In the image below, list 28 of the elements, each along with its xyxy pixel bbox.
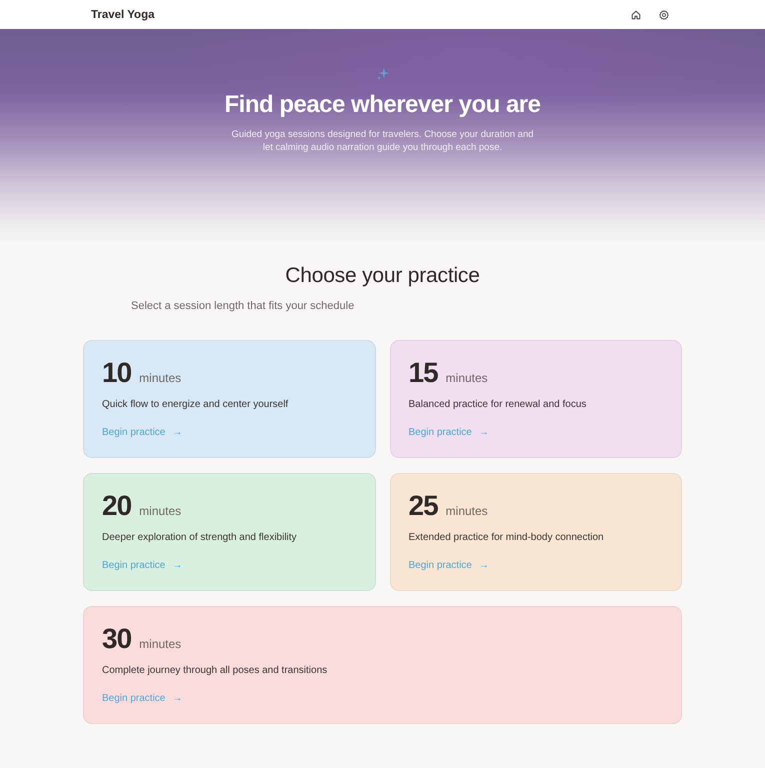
session-description: Extended practice for mind-body connection (408, 532, 605, 543)
duration-number: 15 (408, 357, 438, 389)
sparkle-icon (376, 67, 390, 81)
begin-practice-link[interactable]: Begin practice → (102, 427, 182, 438)
app-title: Travel Yoga (91, 8, 154, 20)
duration-unit: minutes (139, 637, 182, 651)
duration-unit: minutes (446, 371, 488, 385)
hero-heading: Find peace wherever you are (224, 91, 540, 119)
hero-description: Guided yoga sessions designed for travelers. Choose your duration and let calming audio narration guide you through each pose. (230, 128, 535, 154)
section-heading: Choose your practice (284, 264, 481, 288)
home-icon (631, 10, 641, 20)
duration-unit: minutes (139, 371, 182, 385)
duration-number: 20 (102, 490, 132, 522)
session-description: Quick flow to energize and center yourself (102, 399, 290, 410)
duration-number: 10 (102, 357, 132, 389)
begin-practice-link[interactable]: Begin practice → (408, 427, 489, 438)
begin-practice-link[interactable]: Begin practice → (408, 560, 489, 571)
session-description: Complete journey through all poses and transitions (102, 665, 328, 676)
begin-practice-link[interactable]: Begin practice → (102, 693, 182, 704)
duration-number: 25 (408, 490, 438, 522)
settings-icon (659, 10, 669, 20)
duration-unit: minutes (139, 504, 182, 518)
begin-practice-link[interactable]: Begin practice → (102, 560, 182, 571)
session-description: Deeper exploration of strength and flexibility (102, 532, 298, 543)
session-description: Balanced practice for renewal and focus (408, 399, 588, 410)
duration-number: 30 (102, 623, 132, 655)
section-subtitle: Select a session length that fits your schedule (131, 300, 356, 312)
duration-unit: minutes (446, 504, 488, 518)
